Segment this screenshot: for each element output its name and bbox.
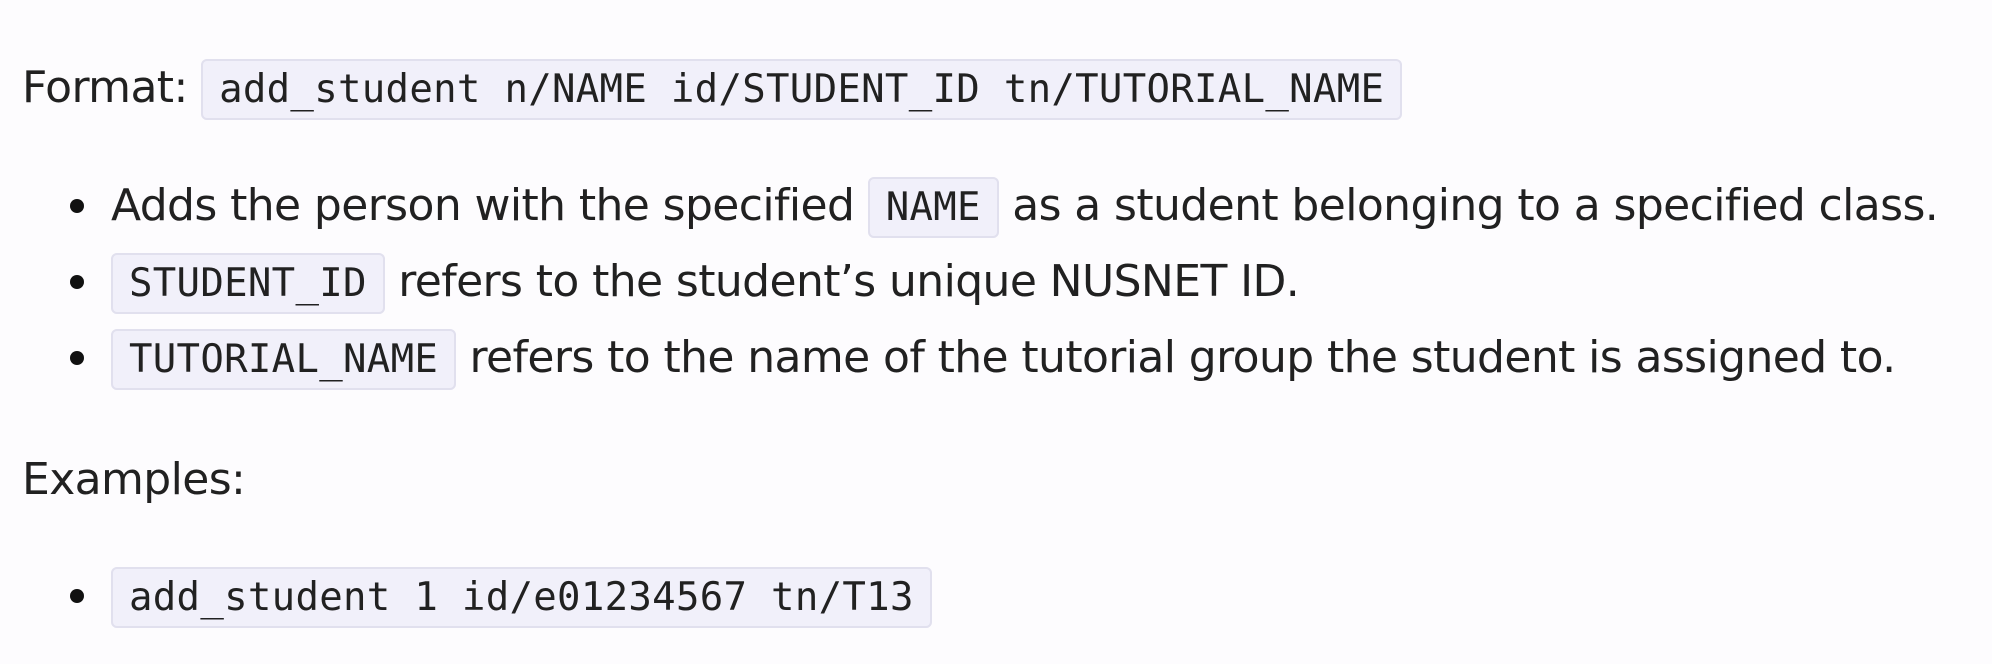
bullet-icon bbox=[70, 275, 84, 289]
description-text: Adds the person with the specified bbox=[111, 180, 855, 231]
bullet-icon bbox=[70, 351, 84, 365]
description-item: Adds the person with the specified NAME … bbox=[22, 168, 1939, 244]
description-text: refers to the name of the tutorial group… bbox=[469, 332, 1897, 383]
description-text: as a student belonging to a specified cl… bbox=[1012, 180, 1939, 231]
bullet-icon bbox=[70, 589, 84, 603]
student-id-param-code: STUDENT_ID bbox=[111, 253, 385, 314]
description-list: Adds the person with the specified NAME … bbox=[22, 168, 1939, 396]
example-item: add_student 1 id/e01234567 tn/T13 bbox=[22, 558, 932, 634]
bullet-icon bbox=[70, 199, 84, 213]
examples-list: add_student 1 id/e01234567 tn/T13 bbox=[22, 558, 932, 634]
format-command-code: add_student n/NAME id/STUDENT_ID tn/TUTO… bbox=[201, 59, 1403, 120]
tutorial-name-param-code: TUTORIAL_NAME bbox=[111, 329, 457, 390]
format-line: Format: add_student n/NAME id/STUDENT_ID… bbox=[22, 58, 1403, 120]
example-command-code: add_student 1 id/e01234567 tn/T13 bbox=[111, 567, 932, 628]
description-item: STUDENT_ID refers to the student’s uniqu… bbox=[22, 244, 1938, 320]
name-param-code: NAME bbox=[867, 177, 999, 238]
description-text: refers to the student’s unique NUSNET ID… bbox=[398, 256, 1300, 307]
examples-heading: Examples: bbox=[22, 454, 246, 505]
description-item: TUTORIAL_NAME refers to the name of the … bbox=[22, 320, 1938, 396]
format-label: Format: bbox=[22, 62, 188, 113]
